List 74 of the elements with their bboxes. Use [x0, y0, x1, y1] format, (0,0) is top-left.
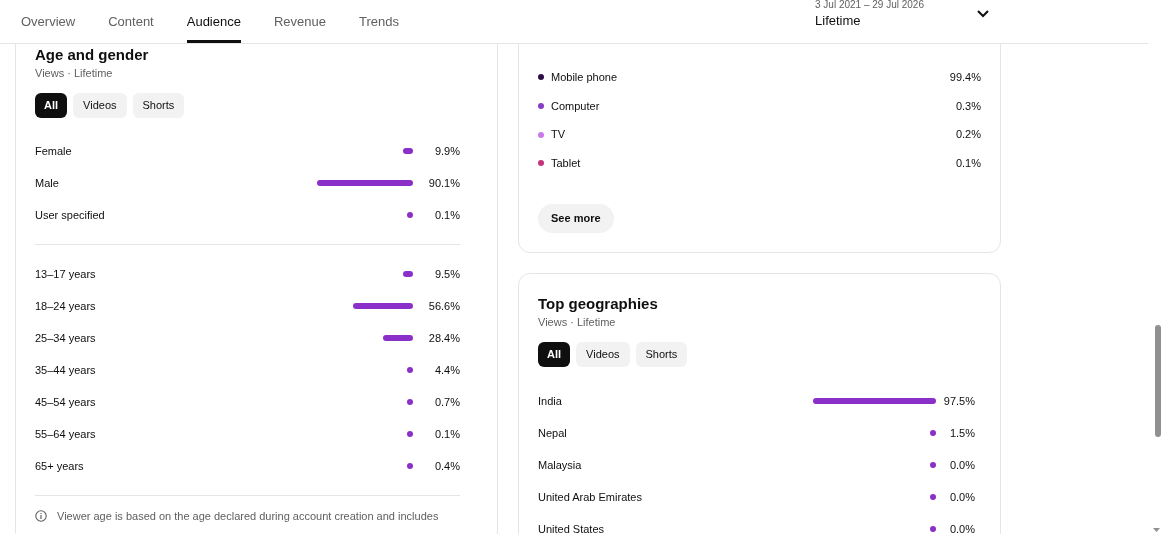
- bar: [407, 399, 413, 405]
- row-value: 0.0%: [948, 457, 975, 472]
- legend-value: 99.4%: [949, 70, 981, 86]
- legend-value: 0.3%: [955, 98, 981, 114]
- bar: [930, 493, 936, 500]
- card-subtitle: Views · Lifetime: [538, 314, 617, 329]
- bar: [403, 271, 413, 277]
- row-value: 9.9%: [433, 144, 460, 158]
- row-label: India: [538, 393, 562, 408]
- chevron-down-icon[interactable]: [977, 10, 989, 18]
- row-label: User specified: [35, 208, 105, 222]
- bar: [407, 463, 413, 469]
- filter-chip[interactable]: Shorts: [635, 341, 688, 367]
- row-value: 0.7%: [433, 395, 460, 409]
- row-value: 0.0%: [948, 521, 975, 534]
- period-label: Lifetime: [815, 13, 862, 29]
- filter-chip[interactable]: Videos: [576, 341, 630, 367]
- date-range: 3 Jul 2021 – 29 Jul 2026: [815, 0, 924, 10]
- row-label: Female: [35, 144, 72, 158]
- legend-value: 0.1%: [955, 156, 981, 172]
- row-value: 0.1%: [433, 208, 460, 222]
- tab[interactable]: Audience: [186, 0, 241, 43]
- row-label: 35–44 years: [35, 363, 96, 377]
- row-value: 97.5%: [942, 393, 975, 408]
- row-value: 0.0%: [948, 489, 975, 504]
- bar: [930, 525, 936, 532]
- bar: [403, 148, 413, 154]
- row-label: Nepal: [538, 425, 567, 440]
- row-label: United States: [538, 521, 605, 534]
- row-value: 0.4%: [433, 459, 460, 473]
- bar: [407, 367, 413, 373]
- scroll-down-arrow-icon[interactable]: [1153, 528, 1160, 532]
- info-icon: [35, 510, 47, 523]
- tab[interactable]: Trends: [359, 0, 399, 43]
- filter-chip[interactable]: Videos: [73, 93, 127, 118]
- legend-label: Mobile phone: [551, 70, 618, 86]
- bar: [407, 212, 413, 218]
- row-label: Malaysia: [538, 457, 582, 472]
- see-more-button[interactable]: See more: [538, 203, 614, 233]
- row-value: 4.4%: [433, 363, 460, 377]
- row-label: 55–64 years: [35, 427, 96, 441]
- row-value: 1.5%: [948, 425, 975, 440]
- bar: [407, 431, 413, 437]
- row-value: 56.6%: [427, 299, 460, 313]
- row-label: Male: [35, 176, 59, 190]
- tab[interactable]: Overview: [21, 0, 76, 43]
- legend-label: TV: [551, 127, 566, 143]
- bar: [383, 335, 413, 341]
- card-title: Age and gender: [35, 45, 150, 65]
- bar: [930, 461, 936, 468]
- legend-label: Tablet: [551, 156, 581, 172]
- card-title: Top geographies: [538, 293, 659, 314]
- bar: [930, 429, 936, 436]
- row-value: 90.1%: [427, 176, 460, 190]
- row-value: 0.1%: [433, 427, 460, 441]
- tab[interactable]: Revenue: [273, 0, 326, 43]
- scrollbar[interactable]: [1155, 325, 1161, 437]
- card-subtitle: Views · Lifetime: [35, 66, 114, 80]
- filter-chip[interactable]: All: [538, 341, 571, 367]
- row-value: 28.4%: [427, 331, 460, 345]
- row-label: 45–54 years: [35, 395, 96, 409]
- filter-chip[interactable]: All: [35, 93, 68, 118]
- row-label: 65+ years: [35, 459, 84, 473]
- legend-label: Computer: [551, 98, 600, 114]
- legend-value: 0.2%: [955, 127, 981, 143]
- footnote: Viewer age is based on the age declared during account creation and includes: [57, 509, 439, 524]
- row-label: United Arab Emirates: [538, 489, 642, 504]
- filter-chip[interactable]: Shorts: [132, 93, 185, 118]
- row-label: 25–34 years: [35, 331, 96, 345]
- bar: [353, 303, 413, 309]
- row-label: 18–24 years: [35, 299, 96, 313]
- row-label: 13–17 years: [35, 267, 96, 281]
- tab[interactable]: Content: [108, 0, 154, 43]
- row-value: 9.5%: [433, 267, 460, 281]
